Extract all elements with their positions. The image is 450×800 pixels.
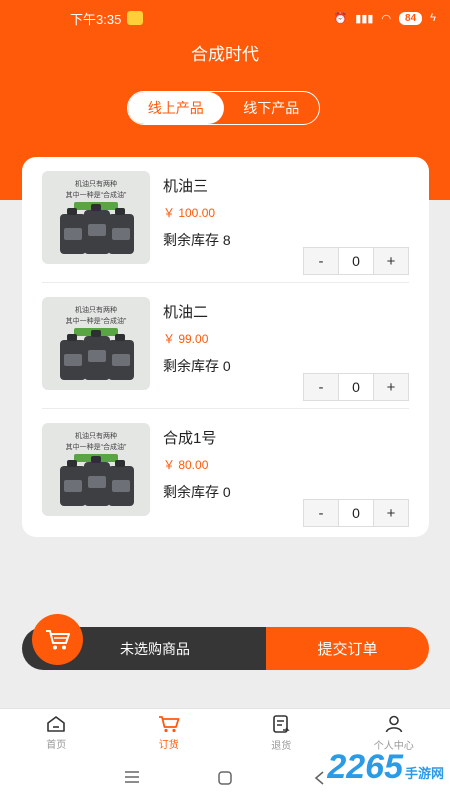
status-time: 下午3:35 [70,11,122,27]
product-list: 机油只有两种 其中一种是“合成油” 机油三 ￥ 100.00 剩余库存 8 - … [22,157,429,537]
cart-icon [158,715,180,732]
home-square-icon[interactable] [217,770,233,786]
shopping-cart-icon [45,629,70,649]
quantity-value[interactable]: 0 [338,374,374,400]
product-price: ￥ 80.00 [163,458,209,472]
product-price: ￥ 99.00 [163,332,209,346]
increase-button[interactable]: + [374,500,408,526]
product-price: ￥ 100.00 [163,206,216,220]
return-icon [273,714,290,733]
decrease-button[interactable]: - [304,374,338,400]
page-title: 合成时代 [191,45,259,64]
cart-bar: 未选购商品 提交订单 [22,627,429,670]
tab-return[interactable]: 退货 [225,709,338,756]
status-bar: 下午3:35 ⏰ ▮▮▮ ◠ 84 ϟ [0,0,450,36]
product-image[interactable]: 机油只有两种 其中一种是“合成油” [42,171,150,264]
product-row: 机油只有两种 其中一种是“合成油” 机油三 ￥ 100.00 剩余库存 8 - … [22,157,429,283]
tab-label: 退货 [271,740,292,752]
watermark-logo: 2265 手游网 [327,748,444,786]
submit-order-button[interactable]: 提交订单 [266,627,429,670]
decrease-button[interactable]: - [304,500,338,526]
tab-label: 订货 [158,739,179,751]
quantity-stepper: - 0 + [303,373,409,401]
product-name: 机油三 [163,178,209,195]
quantity-stepper: - 0 + [303,499,409,527]
wifi-icon: ◠ [381,12,392,25]
cart-button[interactable] [32,614,83,665]
product-name: 合成1号 [163,430,217,447]
alarm-icon: ⏰ [333,12,348,25]
app-notification-icon [127,11,144,25]
product-row: 机油只有两种 其中一种是“合成油” 机油二 ￥ 99.00 剩余库存 0 - 0… [22,283,429,409]
tab-home[interactable]: 首页 [0,709,113,756]
charging-icon: ϟ [430,12,436,24]
tab-label: 首页 [46,739,67,751]
decrease-button[interactable]: - [304,248,338,274]
tab-online-products[interactable]: 线上产品 [128,92,224,124]
back-icon[interactable] [312,770,326,786]
product-row: 机油只有两种 其中一种是“合成油” 合成1号 ￥ 80.00 剩余库存 0 - … [22,409,429,535]
product-name: 机油二 [163,304,209,321]
user-icon [385,715,403,732]
product-image[interactable]: 机油只有两种 其中一种是“合成油” [42,297,150,390]
tab-offline-products[interactable]: 线下产品 [224,92,320,124]
signal-icon: ▮▮▮ [355,12,374,25]
product-image[interactable]: 机油只有两种 其中一种是“合成油” [42,423,150,516]
product-stock: 剩余库存 0 [163,358,231,374]
tab-order[interactable]: 订货 [113,709,226,756]
increase-button[interactable]: + [374,248,408,274]
home-icon [47,715,66,732]
quantity-value[interactable]: 0 [338,500,374,526]
increase-button[interactable]: + [374,374,408,400]
quantity-value[interactable]: 0 [338,248,374,274]
product-stock: 剩余库存 0 [163,484,231,500]
quantity-stepper: - 0 + [303,247,409,275]
product-type-switch: 线上产品 线下产品 [127,91,320,125]
menu-icon[interactable] [124,770,140,784]
product-stock: 剩余库存 8 [163,232,231,248]
battery-indicator: 84 [399,11,423,25]
